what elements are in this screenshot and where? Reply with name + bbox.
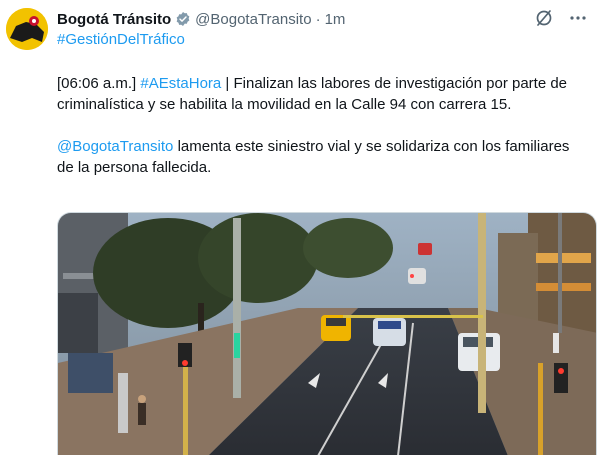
author-handle[interactable]: @BogotaTransito	[195, 11, 311, 28]
timestamp[interactable]: 1m	[325, 11, 346, 28]
avatar-logo-icon	[6, 8, 48, 50]
hashtag-gestion-del-trafico[interactable]: #GestiónDelTráfico	[57, 31, 185, 48]
tweet-header: Bogotá Tránsito @BogotaTransito · 1m	[57, 8, 345, 30]
hashtag-a-esta-hora[interactable]: #AEstaHora	[140, 75, 221, 92]
avatar[interactable]	[6, 8, 48, 50]
verified-badge-icon	[176, 12, 190, 26]
separator-dot: ·	[315, 10, 321, 28]
tweet-media-image[interactable]	[57, 212, 597, 455]
tweet-actions	[534, 8, 588, 28]
paragraph-2-ending: de la persona fallecida.	[57, 159, 212, 176]
author-name[interactable]: Bogotá Tránsito	[57, 11, 171, 28]
more-options-icon[interactable]	[568, 8, 588, 28]
grok-slash-icon[interactable]	[534, 8, 554, 28]
mention-bogota-transito[interactable]: @BogotaTransito	[57, 138, 173, 155]
time-prefix: [06:06 a.m.]	[57, 75, 141, 92]
tweet-text-paragraph-2: @BogotaTransito lamenta este siniestro v…	[57, 136, 570, 178]
street-photo	[58, 213, 596, 455]
tweet-text-paragraph-1: [06:06 a.m.] #AEstaHora | Finalizan las …	[57, 73, 570, 115]
paragraph-2-body: lamenta este siniestro vial y se solidar…	[173, 138, 570, 155]
